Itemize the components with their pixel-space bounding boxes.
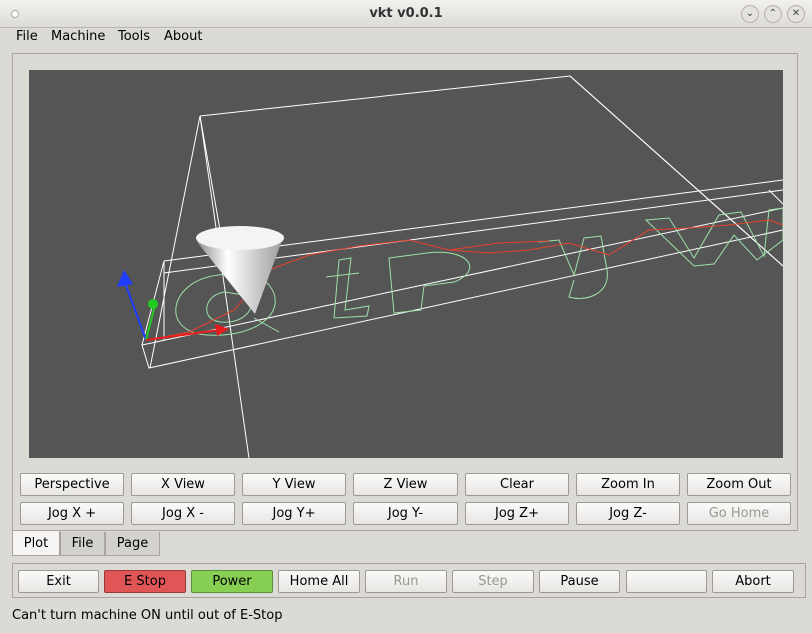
- maximize-button[interactable]: ⌃: [764, 5, 782, 23]
- 3d-viewport[interactable]: [29, 70, 784, 459]
- step-button[interactable]: Step: [452, 570, 534, 593]
- x-view-button[interactable]: X View: [131, 473, 235, 496]
- jog-x-minus-button[interactable]: Jog X -: [131, 502, 235, 525]
- tab-file[interactable]: File: [60, 532, 105, 556]
- window-title: vkt v0.0.1: [369, 6, 443, 21]
- e-stop-button[interactable]: E Stop: [104, 570, 186, 593]
- minimize-button[interactable]: ⌄: [741, 5, 759, 23]
- toolpath-scene: [117, 75, 784, 459]
- menu-tools[interactable]: Tools: [118, 29, 150, 44]
- zoom-out-button[interactable]: Zoom Out: [687, 473, 791, 496]
- power-button[interactable]: Power: [191, 570, 273, 593]
- jog-y-plus-button[interactable]: Jog Y+: [242, 502, 346, 525]
- blank-button[interactable]: [626, 570, 707, 593]
- pause-button[interactable]: Pause: [539, 570, 620, 593]
- jog-x-plus-button[interactable]: Jog X +: [20, 502, 124, 525]
- y-view-button[interactable]: Y View: [242, 473, 346, 496]
- zoom-in-button[interactable]: Zoom In: [576, 473, 680, 496]
- jog-y-minus-button[interactable]: Jog Y-: [353, 502, 458, 525]
- jog-z-plus-button[interactable]: Jog Z+: [465, 502, 569, 525]
- home-all-button[interactable]: Home All: [278, 570, 360, 593]
- menu-about[interactable]: About: [164, 29, 202, 44]
- go-home-button[interactable]: Go Home: [687, 502, 791, 525]
- menu-file[interactable]: File: [16, 29, 38, 44]
- jog-z-minus-button[interactable]: Jog Z-: [576, 502, 680, 525]
- abort-button[interactable]: Abort: [712, 570, 794, 593]
- run-button[interactable]: Run: [365, 570, 447, 593]
- z-view-button[interactable]: Z View: [353, 473, 458, 496]
- clear-button[interactable]: Clear: [465, 473, 569, 496]
- close-button[interactable]: ✕: [787, 5, 805, 23]
- title-bar: vkt v0.0.1 ⌄ ⌃ ✕: [0, 0, 812, 28]
- tab-plot[interactable]: Plot: [12, 531, 60, 556]
- exit-button[interactable]: Exit: [18, 570, 99, 593]
- status-message: Can't turn machine ON until out of E-Sto…: [12, 608, 283, 623]
- menu-bar: File Machine Tools About: [0, 28, 812, 46]
- perspective-button[interactable]: Perspective: [20, 473, 124, 496]
- tab-page[interactable]: Page: [105, 532, 160, 556]
- menu-machine[interactable]: Machine: [51, 29, 105, 44]
